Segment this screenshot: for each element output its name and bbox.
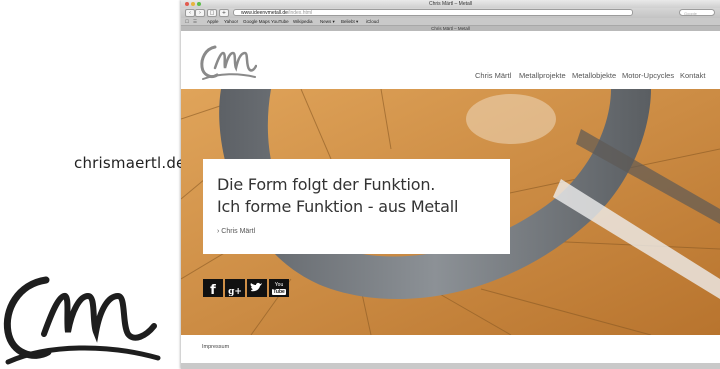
minimize-window-icon[interactable]: [191, 2, 195, 6]
bookmark-apple[interactable]: Apple: [207, 18, 219, 25]
nav-motor-upcycles[interactable]: Motor-Upcycles: [622, 71, 674, 80]
website-page: Chris Märtl Metallprojekte Metallobjekte…: [181, 31, 720, 369]
bookmarks-bar: ☐ ☰ Apple Yahoo! Google Maps YouTube Wik…: [181, 18, 720, 25]
window-titlebar: Chris Märtl – Metall: [181, 0, 720, 8]
show-all-bookmarks-icon[interactable]: ☰: [193, 18, 197, 25]
facebook-icon[interactable]: f: [203, 279, 223, 298]
bookmark-wikipedia[interactable]: Wikipedia: [293, 18, 313, 25]
google-plus-icon[interactable]: g+: [225, 279, 245, 297]
browser-window: Chris Märtl – Metall ‹ › □ + www.ideenvm…: [181, 0, 720, 369]
bookmark-youtube[interactable]: YouTube: [271, 18, 289, 25]
nav-kontakt[interactable]: Kontakt: [680, 71, 705, 80]
twitter-icon[interactable]: [247, 279, 267, 297]
nav-metallobjekte[interactable]: Metallobjekte: [572, 71, 616, 80]
chevron-right-icon: ›: [217, 228, 220, 235]
url-host: www.ideenvmetall.de: [241, 10, 288, 16]
search-field[interactable]: Google: [679, 9, 715, 16]
tagline-line-2: Ich forme Funktion - aus Metall: [217, 197, 459, 216]
cm-logo-large: [3, 276, 161, 365]
cm-logo-site[interactable]: [199, 41, 257, 81]
footer-bar: [181, 363, 720, 369]
add-bookmark-button[interactable]: +: [219, 9, 229, 17]
hero-image: Die Form folgt der Funktion. Ich forme F…: [181, 89, 720, 335]
nav-metallprojekte[interactable]: Metallprojekte: [519, 71, 566, 80]
tagline-box: Die Form folgt der Funktion. Ich forme F…: [203, 159, 510, 254]
back-button[interactable]: ‹: [185, 9, 195, 17]
url-path: /index.html: [287, 10, 313, 16]
bookmark-icloud[interactable]: iCloud: [366, 18, 379, 25]
window-title: Chris Märtl – Metall: [428, 1, 473, 7]
author-link-label: Chris Märtl: [221, 228, 256, 235]
bookmark-yahoo[interactable]: Yahoo!: [224, 18, 238, 25]
forward-button[interactable]: ›: [195, 9, 205, 17]
bookmark-beliebt[interactable]: Beliebt ▾: [341, 18, 358, 25]
promo-domain-text: chrismaertl.de: [74, 154, 186, 172]
close-window-icon[interactable]: [185, 2, 189, 6]
bookmark-google-maps[interactable]: Google Maps: [243, 18, 270, 25]
youtube-icon[interactable]: You Tube: [269, 279, 289, 297]
address-bar[interactable]: www.ideenvmetall.de/index.html: [233, 9, 633, 16]
reading-list-icon[interactable]: ☐: [185, 18, 189, 25]
impressum-link[interactable]: Impressum: [202, 344, 229, 350]
share-button[interactable]: □: [207, 9, 217, 17]
tagline-line-1: Die Form folgt der Funktion.: [217, 175, 436, 194]
bookmark-news[interactable]: News ▾: [320, 18, 335, 25]
zoom-window-icon[interactable]: [197, 2, 201, 6]
author-link[interactable]: › Chris Märtl: [217, 228, 255, 235]
nav-chris-maertl[interactable]: Chris Märtl: [475, 71, 511, 80]
